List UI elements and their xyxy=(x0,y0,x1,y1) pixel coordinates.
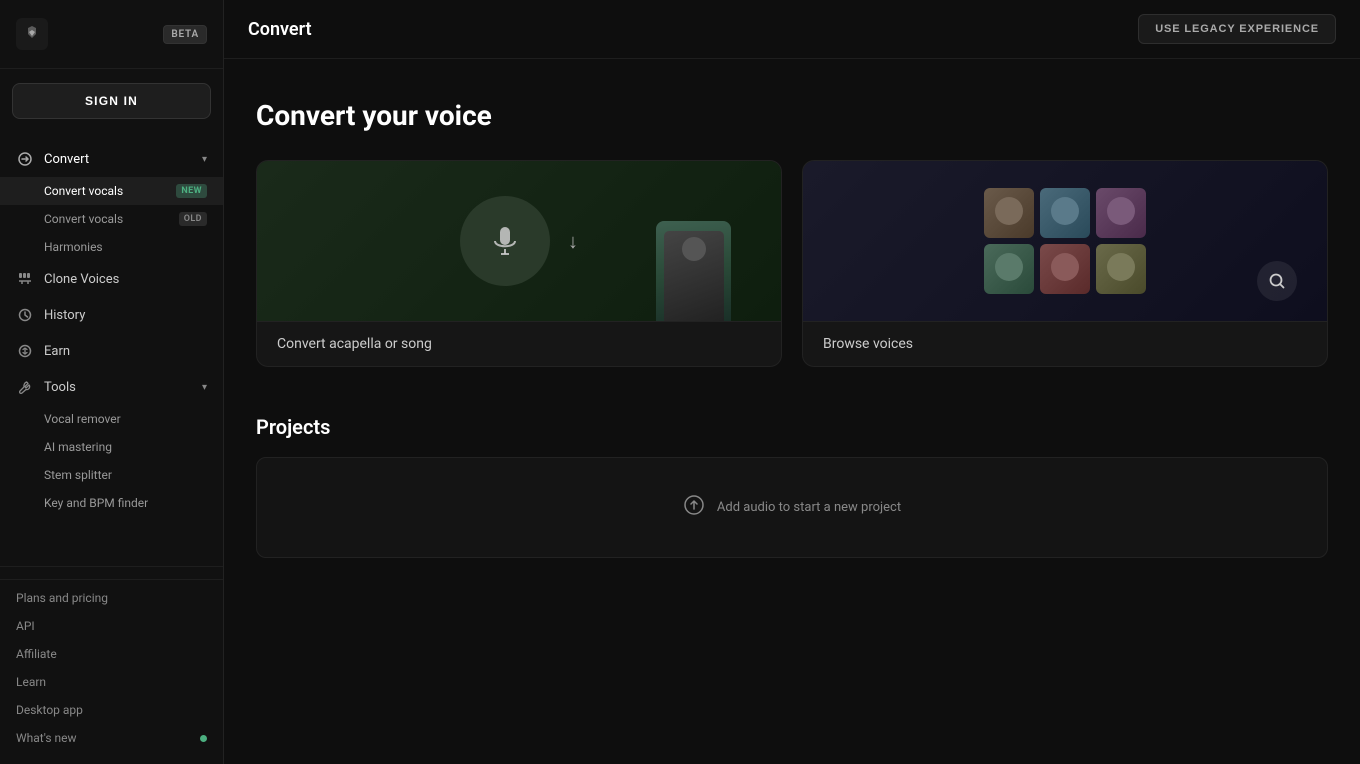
clone-icon xyxy=(16,270,34,288)
footer-link-api[interactable]: API xyxy=(0,612,223,640)
upload-icon xyxy=(683,494,705,521)
main-content: Convert USE LEGACY EXPERIENCE Convert yo… xyxy=(224,0,1360,764)
sub-label: Harmonies xyxy=(44,240,103,254)
sidebar-label-clone: Clone Voices xyxy=(44,272,119,287)
new-dot-indicator xyxy=(200,735,207,742)
sidebar-sub-ai-mastering[interactable]: AI mastering xyxy=(0,433,223,461)
sign-in-button[interactable]: SIGN IN xyxy=(12,83,211,119)
sidebar-sub-convert-vocals-old[interactable]: Convert vocals OLD xyxy=(0,205,223,233)
sub-label: AI mastering xyxy=(44,440,112,454)
projects-title: Projects xyxy=(256,415,1328,439)
history-icon xyxy=(16,306,34,324)
sidebar-sub-key-bpm[interactable]: Key and BPM finder xyxy=(0,489,223,517)
faces-grid xyxy=(984,188,1146,294)
top-bar: Convert USE LEGACY EXPERIENCE xyxy=(224,0,1360,59)
footer-link-whats-new[interactable]: What's new xyxy=(0,724,223,752)
convert-acapella-label: Convert acapella or song xyxy=(257,321,781,366)
face-5 xyxy=(1040,244,1090,294)
tools-icon xyxy=(16,378,34,396)
footer-link-learn[interactable]: Learn xyxy=(0,668,223,696)
sidebar-label-convert: Convert xyxy=(44,152,89,167)
sidebar-sub-convert-vocals-new[interactable]: Convert vocals NEW xyxy=(0,177,223,205)
logo-wrap xyxy=(16,18,48,50)
sub-label: Convert vocals xyxy=(44,212,123,226)
sub-label: Key and BPM finder xyxy=(44,496,148,510)
singer-visual xyxy=(656,221,731,321)
sidebar-sub-vocal-remover[interactable]: Vocal remover xyxy=(0,405,223,433)
face-1 xyxy=(984,188,1034,238)
mic-bubble xyxy=(460,196,550,286)
cards-row: ↓ Convert acapella or song xyxy=(256,160,1328,367)
sidebar-label-earn: Earn xyxy=(44,344,70,359)
add-project-card[interactable]: Add audio to start a new project xyxy=(256,457,1328,558)
browse-voices-label: Browse voices xyxy=(803,321,1327,366)
convert-arrow-icon: ↓ xyxy=(568,229,578,254)
sub-label: Vocal remover xyxy=(44,412,121,426)
sidebar-item-tools[interactable]: Tools ▾ xyxy=(0,369,223,405)
chevron-down-icon: ▾ xyxy=(202,382,207,393)
convert-card-visual: ↓ xyxy=(257,161,781,321)
sidebar-item-convert[interactable]: Convert ▾ xyxy=(0,141,223,177)
sub-label: Stem splitter xyxy=(44,468,112,482)
sidebar-item-earn[interactable]: Earn xyxy=(0,333,223,369)
face-6 xyxy=(1096,244,1146,294)
badge-old: OLD xyxy=(179,212,207,226)
sidebar-nav: Convert ▾ Convert vocals NEW Convert voc… xyxy=(0,133,223,566)
app-logo xyxy=(16,18,48,50)
face-2 xyxy=(1040,188,1090,238)
legacy-button[interactable]: USE LEGACY EXPERIENCE xyxy=(1138,14,1336,44)
convert-icon xyxy=(16,150,34,168)
sidebar-sub-harmonies[interactable]: Harmonies xyxy=(0,233,223,261)
sidebar-item-history[interactable]: History xyxy=(0,297,223,333)
sidebar-sub-stem-splitter[interactable]: Stem splitter xyxy=(0,461,223,489)
sidebar-footer: Plans and pricing API Affiliate Learn De… xyxy=(0,566,223,764)
sub-label: Convert vocals xyxy=(44,184,123,198)
chevron-down-icon: ▾ xyxy=(202,154,207,165)
browse-card-visual xyxy=(803,161,1327,321)
divider xyxy=(0,579,223,580)
whats-new-label: What's new xyxy=(16,731,77,745)
face-3 xyxy=(1096,188,1146,238)
sidebar-header: BETA xyxy=(0,0,223,69)
face-4 xyxy=(984,244,1034,294)
footer-link-desktop[interactable]: Desktop app xyxy=(0,696,223,724)
footer-link-affiliate[interactable]: Affiliate xyxy=(0,640,223,668)
search-icon xyxy=(1257,261,1297,301)
earn-icon xyxy=(16,342,34,360)
page-title: Convert xyxy=(248,19,312,40)
sidebar-label-history: History xyxy=(44,308,85,323)
sidebar-label-tools: Tools xyxy=(44,380,76,395)
sidebar-item-clone-voices[interactable]: Clone Voices xyxy=(0,261,223,297)
add-project-label: Add audio to start a new project xyxy=(717,500,901,515)
browse-voices-card[interactable]: Browse voices xyxy=(802,160,1328,367)
badge-new: NEW xyxy=(176,184,207,198)
convert-acapella-card[interactable]: ↓ Convert acapella or song xyxy=(256,160,782,367)
footer-link-plans[interactable]: Plans and pricing xyxy=(0,584,223,612)
beta-badge: BETA xyxy=(163,25,207,44)
content-body: Convert your voice xyxy=(224,59,1360,598)
sidebar: BETA SIGN IN Convert ▾ Convert vocals NE… xyxy=(0,0,224,764)
hero-title: Convert your voice xyxy=(256,99,1328,132)
